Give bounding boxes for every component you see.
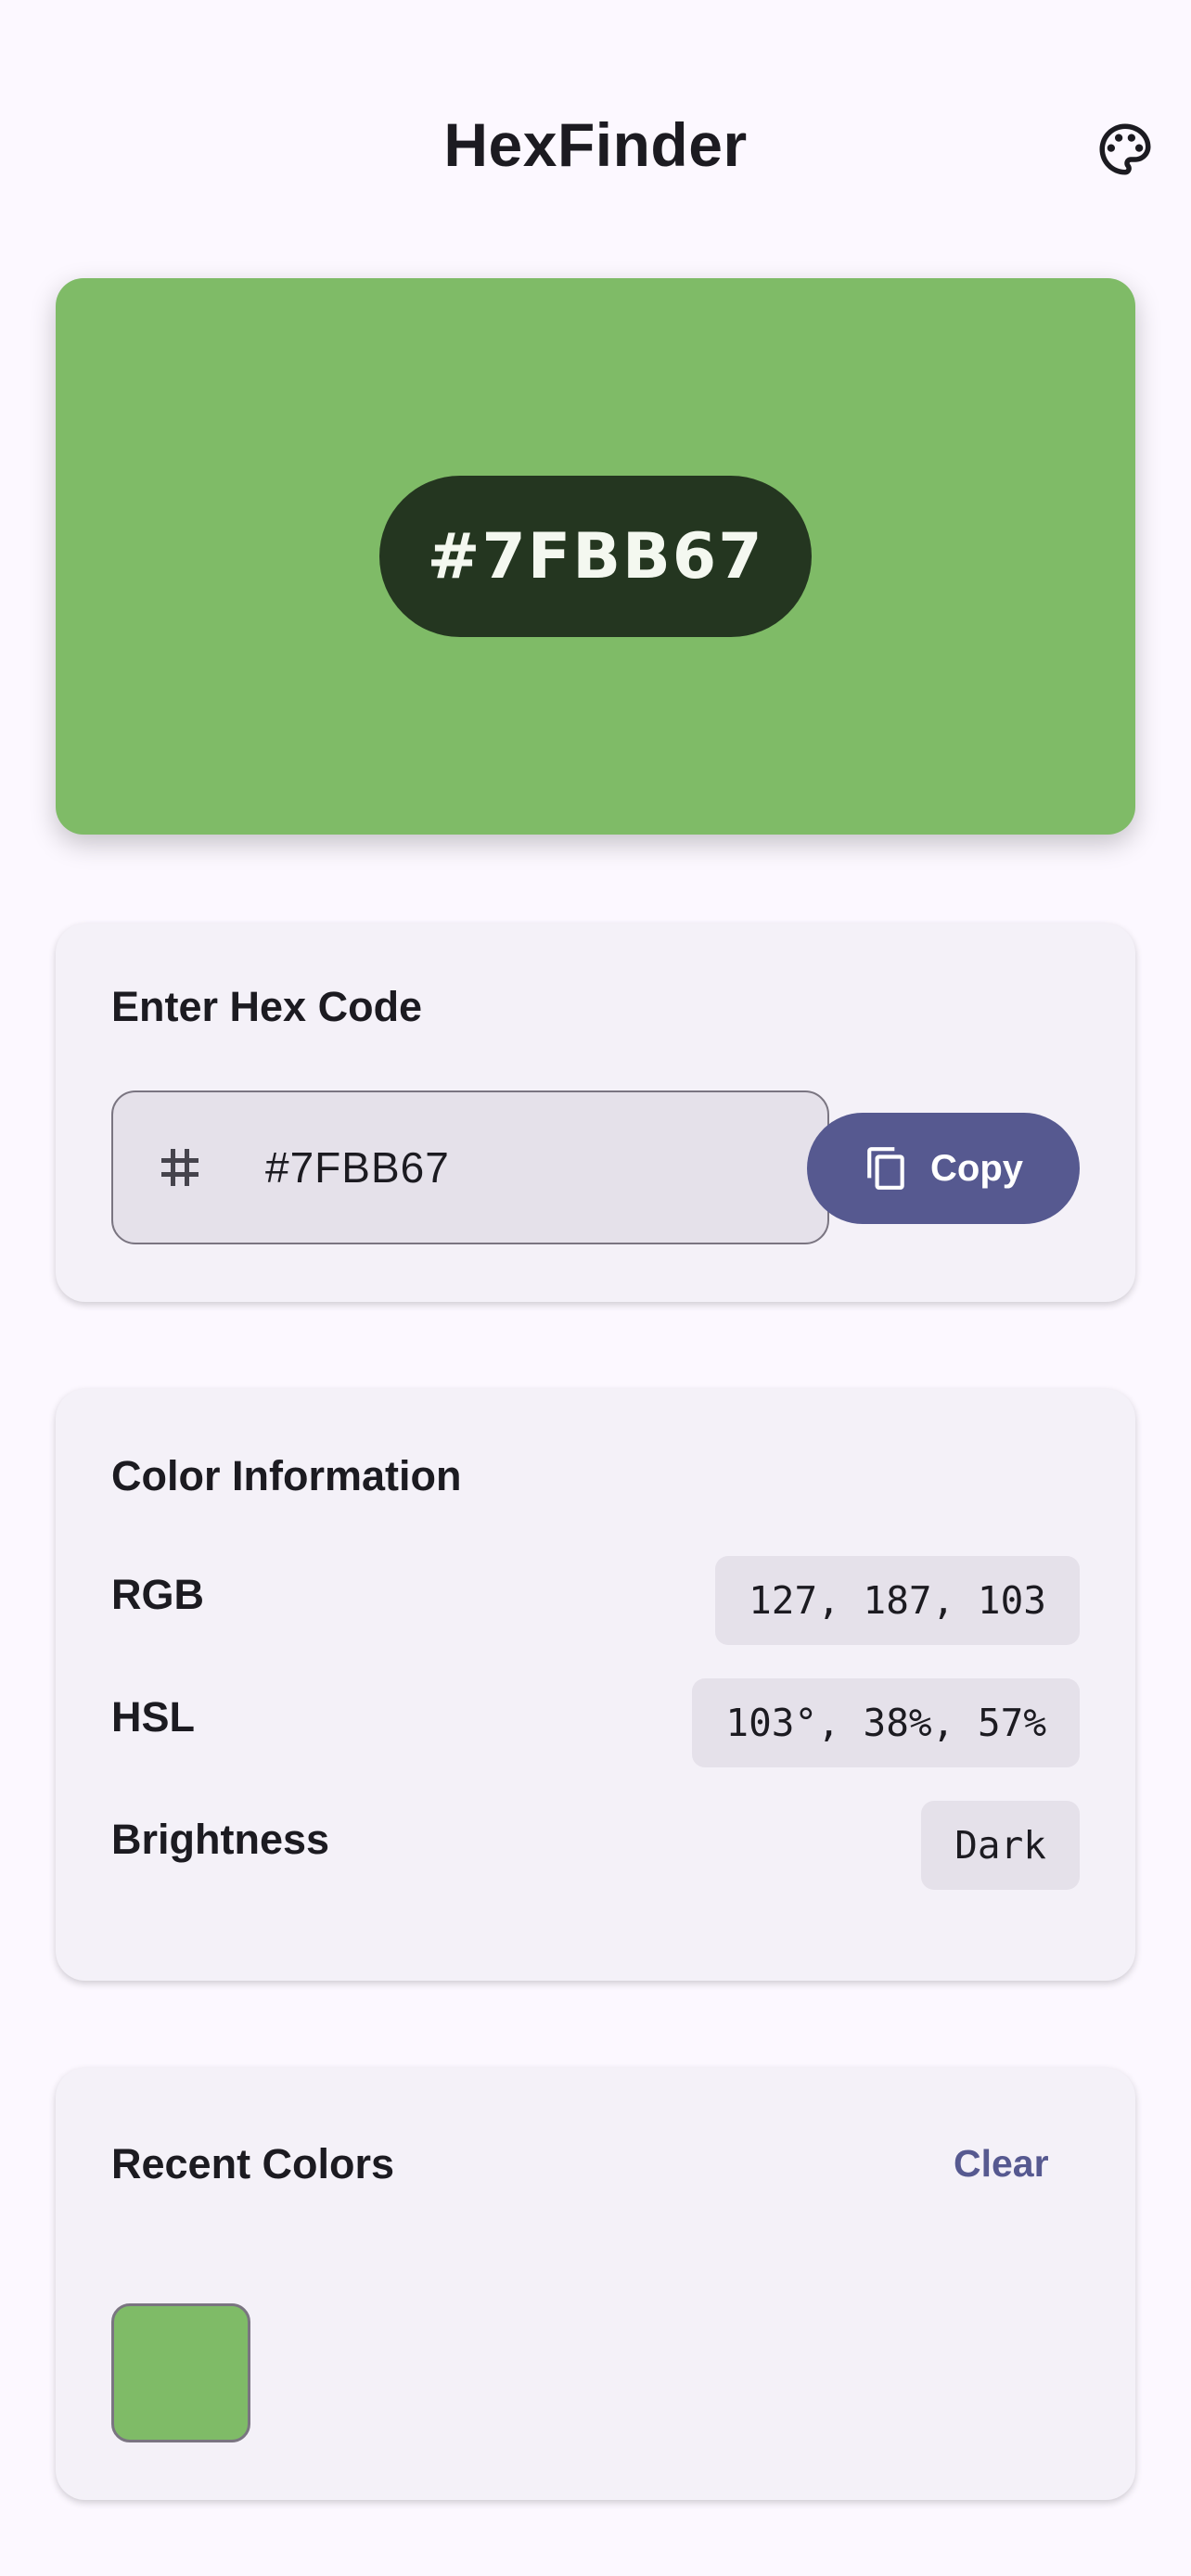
hex-input-value: #7FBB67 [265, 1143, 450, 1192]
recent-colors-title: Recent Colors [111, 2140, 395, 2187]
color-information-title: Color Information [111, 1452, 462, 1499]
rgb-value-chip: 127, 187, 103 [715, 1556, 1080, 1645]
hash-icon [161, 1149, 198, 1186]
hex-input-card-title: Enter Hex Code [111, 983, 423, 1030]
copy-icon [867, 1147, 904, 1190]
hex-code-pill: #7FBB67 [379, 476, 812, 637]
color-preview: #7FBB67 [56, 278, 1135, 835]
hsl-value-chip: 103°, 38%, 57% [692, 1678, 1080, 1767]
hex-input-card: Enter Hex Code #7FBB67 Copy [56, 924, 1135, 1302]
palette-icon [1099, 123, 1151, 175]
brightness-label: Brightness [111, 1816, 330, 1863]
rgb-label: RGB [111, 1571, 204, 1618]
copy-button[interactable]: Copy [807, 1113, 1080, 1224]
app-screen: HexFinder #7FBB67 Enter Hex Code #7FBB67… [0, 0, 1191, 2576]
copy-button-label: Copy [930, 1147, 1023, 1189]
hex-code-input[interactable]: #7FBB67 [111, 1090, 829, 1244]
top-app-bar: HexFinder [0, 83, 1191, 204]
color-information-card: Color Information RGB 127, 187, 103 HSL … [56, 1389, 1135, 1981]
app-title: HexFinder [443, 110, 748, 179]
brightness-value-chip: Dark [921, 1801, 1080, 1890]
recent-colors-card: Recent Colors Clear [56, 2068, 1135, 2500]
recent-color-swatch[interactable] [111, 2303, 250, 2442]
hsl-label: HSL [111, 1693, 195, 1741]
theme-palette-button[interactable] [1087, 111, 1163, 187]
clear-recent-button[interactable]: Clear [933, 2131, 1069, 2196]
